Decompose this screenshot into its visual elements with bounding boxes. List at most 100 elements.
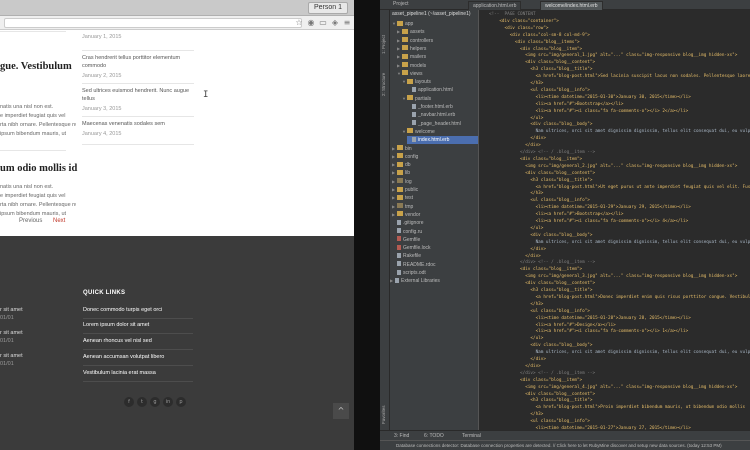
sidebar-post-date: January 2, 2015 (82, 73, 122, 79)
person-button[interactable]: Person 1 (307, 2, 348, 14)
tree-node-label: config (405, 153, 419, 160)
tree-node[interactable]: ▼ partials (402, 95, 478, 103)
tree-node[interactable]: ▶ tmp (392, 203, 478, 211)
post-headline[interactable]: gue. Vestibulum (0, 61, 72, 72)
tree-node[interactable]: ▶ mailers (397, 53, 478, 61)
tree-node-label: public (405, 187, 419, 193)
tree-node[interactable]: _navbar.html.erb (407, 111, 478, 119)
code-text: <h3 class="blog__title"> (489, 177, 593, 183)
folder-icon (407, 95, 413, 101)
project-dropdown[interactable]: Project (393, 1, 409, 7)
post-headline[interactable]: um odio mollis id (0, 163, 77, 174)
strip-favorites[interactable]: Favorites (381, 405, 386, 424)
strip-structure[interactable]: 2: Structure (381, 73, 386, 96)
tree-node[interactable]: ▼ views (397, 70, 478, 78)
sidebar-post-date: January 1, 2015 (82, 34, 122, 40)
tree-node[interactable]: ▼ app (392, 20, 478, 28)
folder-icon (407, 78, 413, 84)
tree-node[interactable]: ▶ vendor (392, 211, 478, 219)
footer-post-title[interactable]: r sit amet (0, 353, 23, 359)
star-icon[interactable]: ☆ (294, 18, 304, 28)
tree-node[interactable]: ▶ config (392, 153, 478, 161)
code-line: <div class="col-sm-8 col-md-9"> (479, 33, 590, 40)
google-plus-icon[interactable]: g (150, 397, 160, 407)
code-line: <li><a href="#">Bootstrap</a></li> (479, 102, 624, 109)
status-message[interactable]: Database connections detector: Database … (396, 443, 746, 448)
tree-node[interactable]: config.ru (392, 228, 478, 236)
tree-node[interactable]: ▶ lib (392, 169, 478, 177)
code-editor[interactable]: <!-- PAGE CONTENT <div class="container"… (478, 10, 750, 430)
strip-project[interactable]: 1: Project (381, 35, 386, 54)
sidebar-post[interactable]: January 1, 2015 (82, 31, 194, 41)
tree-node[interactable]: _footer.html.erb (407, 103, 478, 111)
tree-node[interactable]: Gemfile (392, 236, 478, 244)
folder-icon (397, 20, 403, 26)
code-line: <ul class="blog__info"> (479, 419, 590, 426)
quick-link[interactable]: Lorem ipsum dolor sit amet (83, 322, 193, 334)
back-to-top-button[interactable]: ^ (333, 403, 349, 419)
tree-node[interactable]: ▶ helpers (397, 45, 478, 53)
tree-node[interactable]: _page_header.html (407, 120, 478, 128)
tree-node[interactable]: ▼ welcome (402, 128, 478, 136)
tree-node-label: scripts.odt (403, 270, 426, 276)
code-text: <h3 class="blog__title"> (489, 398, 593, 404)
file-icon (397, 269, 401, 275)
quick-links-title: QUICK LINKS (83, 290, 126, 296)
footer-post-title[interactable]: r sit amet (0, 307, 23, 313)
sidebar-post[interactable]: Cras hendrerit tellus porttitor elementu… (82, 54, 194, 80)
tree-node[interactable]: scripts.odt (392, 269, 478, 277)
linkedin-icon[interactable]: in (163, 397, 173, 407)
folder-icon (402, 45, 408, 51)
tree-node[interactable]: ▶ External Libraries (390, 277, 478, 285)
terminal-tab[interactable]: Terminal (462, 433, 481, 439)
tree-node[interactable]: application.html (407, 86, 478, 94)
quick-link[interactable]: Aenean rhoncus vel nisl sed (83, 338, 193, 350)
tree-node[interactable]: ▶ models (397, 62, 478, 70)
extension-icon[interactable]: ◉ (306, 18, 316, 28)
tree-node[interactable]: README.rdoc (392, 261, 478, 269)
shield-icon[interactable]: ◈ (330, 18, 340, 28)
footer-post-title[interactable]: r sit amet (0, 330, 23, 336)
tree-node[interactable]: index.html.erb (407, 136, 478, 145)
tree-node-label: _footer.html.erb (418, 104, 453, 110)
twitter-icon[interactable]: t (137, 397, 147, 407)
screen-gap (354, 0, 380, 450)
tree-node[interactable]: ▶ test (392, 194, 478, 202)
code-text: <li><time datetime="2015-01-28">January … (489, 315, 691, 321)
find-tab[interactable]: 3: Find (394, 433, 409, 439)
tree-node-label: views (410, 70, 423, 77)
post-excerpt-line: e imperdiet feugiat quis vel (0, 113, 66, 119)
pinterest-icon[interactable]: p (176, 397, 186, 407)
tab-welcome-index[interactable]: welcome/index.html.erb (540, 1, 603, 10)
folder-icon (397, 153, 403, 159)
tree-node[interactable]: .gitignore (392, 219, 478, 227)
pager-next[interactable]: Next (53, 218, 65, 224)
tree-root[interactable]: asset_pipeline1 (~/asset_pipeline1) (392, 11, 471, 17)
code-text: <li><time datetime="2015-01-29">January … (489, 205, 691, 211)
quick-link[interactable]: Vestibulum lacinia erat massa (83, 370, 193, 382)
address-bar[interactable] (4, 18, 302, 28)
tab-application-html[interactable]: application.html.erb (468, 1, 522, 10)
tree-node[interactable]: ▶ bin (392, 145, 478, 153)
menu-icon[interactable]: ≡ (342, 18, 352, 28)
quick-link[interactable]: Donec commodo turpis eget orci (83, 307, 193, 319)
code-line: </div> (479, 143, 541, 150)
file-icon (397, 236, 401, 242)
tree-node[interactable]: ▶ controllers (397, 37, 478, 45)
tree-node[interactable]: ▶ db (392, 161, 478, 169)
facebook-icon[interactable]: f (124, 397, 134, 407)
quick-link[interactable]: Aenean accumsan volutpat libero (83, 354, 193, 366)
tree-node[interactable]: Rakefile (392, 252, 478, 260)
pager-previous[interactable]: Previous (19, 218, 42, 224)
code-text: <div class="blog__body"> (489, 343, 593, 349)
sidebar-post[interactable]: Sed ultrices euismod hendrerit. Nunc aug… (82, 87, 194, 113)
todo-tab[interactable]: 6: TODO (424, 433, 444, 439)
code-text: </div> (489, 357, 546, 362)
cast-icon[interactable]: ▭ (318, 18, 328, 28)
tree-node[interactable]: ▶ log (392, 178, 478, 186)
tree-node[interactable]: ▶ assets (397, 28, 478, 36)
tree-node[interactable]: Gemfile.lock (392, 244, 478, 252)
tree-node[interactable]: ▶ public (392, 186, 478, 194)
tree-node[interactable]: ▼ layouts (402, 78, 478, 86)
sidebar-post[interactable]: Maecenas venenatis sodales sem January 4… (82, 120, 194, 138)
